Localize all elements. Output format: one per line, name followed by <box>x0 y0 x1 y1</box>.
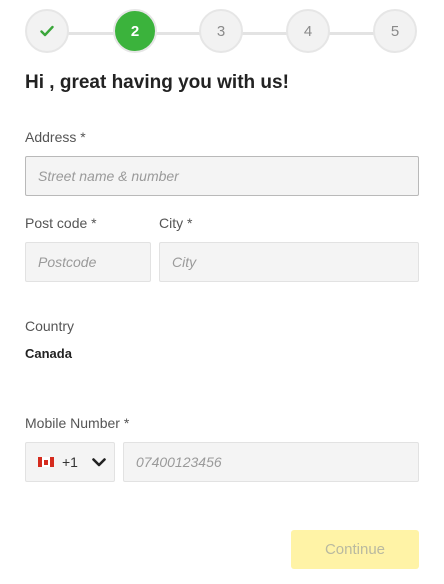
country-label: Country <box>25 318 75 334</box>
continue-button[interactable]: Continue <box>291 530 419 569</box>
country-value: Canada <box>25 346 72 361</box>
progress-stepper: 2 3 4 5 <box>25 9 421 57</box>
step-5[interactable]: 5 <box>373 9 417 53</box>
canada-flag-icon <box>38 457 54 467</box>
mobile-number-input[interactable] <box>123 442 419 482</box>
step-1[interactable] <box>25 9 69 53</box>
mobile-label: Mobile Number * <box>25 415 130 431</box>
check-icon <box>40 25 54 37</box>
address-label: Address * <box>25 129 86 145</box>
postcode-input[interactable] <box>25 242 151 282</box>
dial-code: +1 <box>62 454 78 470</box>
step-3[interactable]: 3 <box>199 9 243 53</box>
city-label: City * <box>159 215 193 231</box>
chevron-down-icon <box>92 457 106 466</box>
step-5-label: 5 <box>390 22 400 40</box>
step-3-label: 3 <box>216 22 226 40</box>
city-input[interactable] <box>159 242 419 282</box>
address-input[interactable] <box>25 156 419 196</box>
step-2[interactable]: 2 <box>113 9 157 53</box>
step-4[interactable]: 4 <box>286 9 330 53</box>
step-4-label: 4 <box>303 22 313 40</box>
page-title: Hi , great having you with us! <box>25 72 289 93</box>
step-2-label: 2 <box>130 22 140 40</box>
country-code-select[interactable]: +1 <box>25 442 115 482</box>
postcode-label: Post code * <box>25 215 97 231</box>
